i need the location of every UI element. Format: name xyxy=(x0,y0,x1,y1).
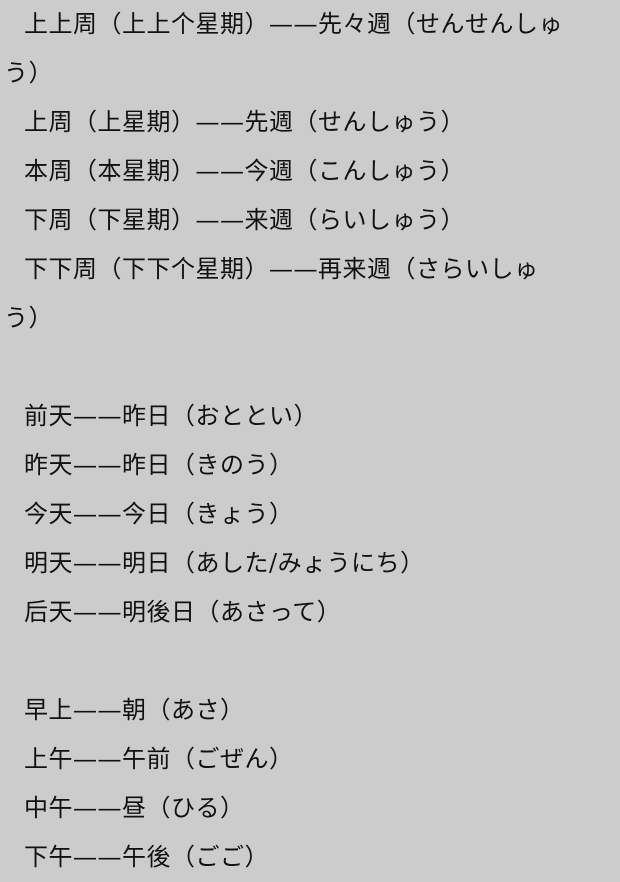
week-entry-this-week: 本周（本星期）——今週（こんしゅう） xyxy=(24,157,465,185)
week-entry-next-week: 下周（下星期）——来週（らいしゅう） xyxy=(24,206,465,234)
day-entry-day-after-tomorrow: 后天——明後日（あさって） xyxy=(24,598,342,626)
time-entry-noon: 中午——昼（ひる） xyxy=(24,794,245,822)
day-entry-day-before-yesterday: 前天——昨日（おととい） xyxy=(24,402,318,430)
week-entry-week-after-next-continued: う） xyxy=(4,304,53,332)
week-entry-week-after-next: 下下周（下下个星期）——再来週（さらいしゅ xyxy=(24,255,539,283)
day-entry-today: 今天——今日（きょう） xyxy=(24,500,294,528)
vocabulary-document: 上上周（上上个星期）——先々週（せんせんしゅ う） 上周（上星期）——先週（せん… xyxy=(0,0,620,882)
time-entry-morning: 早上——朝（あさ） xyxy=(24,696,245,724)
time-entry-forenoon: 上午——午前（ごぜん） xyxy=(24,745,294,773)
times-section: 早上——朝（あさ） 上午——午前（ごぜん） 中午——昼（ひる） 下午——午後（ご… xyxy=(0,686,620,882)
days-section: 前天——昨日（おととい） 昨天——昨日（きのう） 今天——今日（きょう） 明天—… xyxy=(0,392,620,637)
time-entry-afternoon: 下午——午後（ごご） xyxy=(24,843,269,871)
day-entry-yesterday: 昨天——昨日（きのう） xyxy=(24,451,294,479)
week-entry-last-week: 上周（上星期）——先週（せんしゅう） xyxy=(24,108,465,136)
day-entry-tomorrow: 明天——明日（あした/みょうにち） xyxy=(24,549,425,577)
weeks-section: 上上周（上上个星期）——先々週（せんせんしゅ う） 上周（上星期）——先週（せん… xyxy=(0,0,620,343)
week-entry-week-before-last: 上上周（上上个星期）——先々週（せんせんしゅ xyxy=(24,10,563,38)
week-entry-week-before-last-continued: う） xyxy=(4,59,53,87)
